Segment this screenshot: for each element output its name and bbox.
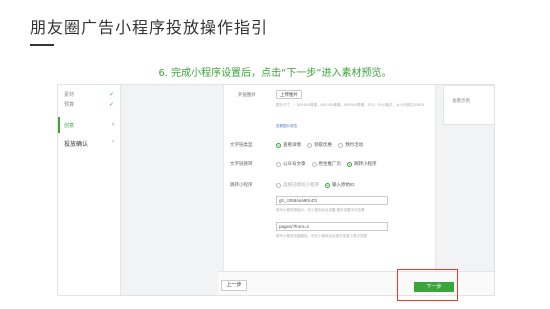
- page-path-hint: 填写小程序页面路径，可在小程序后台或开发者工具中查看: [276, 234, 367, 238]
- chevron-right-icon: ›: [112, 122, 114, 128]
- radio-official-article[interactable]: 公众号文章: [276, 161, 306, 167]
- radio-label: 查看详情: [283, 142, 301, 147]
- link-target-radios: 公众号文章 原生推广页 跳转小程序: [276, 161, 377, 167]
- prev-step-button[interactable]: 上一步: [221, 280, 247, 291]
- chevron-right-icon: ›: [112, 139, 114, 145]
- radio-label: 预约活动: [345, 142, 363, 147]
- check-icon: ✓: [108, 92, 114, 98]
- image-hint: 图片尺寸，：800*800像素，800*450像素，800*640像素；JPG、…: [276, 103, 425, 107]
- step-caption: 6. 完成小程序设置后，点击“下一步”进入素材预览。: [158, 68, 392, 79]
- embedded-screenshot: 素材 ✓ 预算 ✓ 创意 › 投放确认 › 外层图片 上传图片 图片尺寸，：80…: [57, 84, 495, 296]
- text-link-type-label: 文字链类型: [230, 142, 253, 147]
- radio-dot-icon: [325, 182, 330, 188]
- next-button-highlight: [397, 269, 458, 301]
- radio-dot-icon: [307, 142, 312, 148]
- mini-program-radios: 选择已授权小程序 输入原始ID: [276, 182, 355, 188]
- slide-title: 朋友圈广告小程序投放操作指引: [30, 18, 269, 37]
- radio-label: 选择已授权小程序: [283, 182, 319, 187]
- check-icon: ✓: [108, 102, 114, 108]
- image-spec-link[interactable]: 查看图片规范: [276, 124, 297, 129]
- radio-label: 公众号文章: [283, 161, 306, 166]
- active-indicator: [58, 117, 60, 133]
- upload-image-button[interactable]: 上传图片: [276, 90, 302, 99]
- preview-card: 查看示例: [443, 85, 494, 125]
- page-path-input[interactable]: pages/?from=1: [276, 222, 388, 231]
- radio-mini-program[interactable]: 跳转小程序: [347, 161, 377, 167]
- sidebar-item-label: 创意: [64, 123, 75, 129]
- sidebar-item-label: 预算: [64, 102, 75, 108]
- sidebar-item-material[interactable]: 素材 ✓: [64, 91, 118, 98]
- preview-text[interactable]: 查看示例: [452, 97, 470, 104]
- radio-dot-icon: [276, 142, 281, 148]
- text-link-type-radios: 查看详情 领取优惠 预约活动: [276, 142, 363, 148]
- radio-label: 原生推广页: [318, 161, 342, 166]
- sidebar-item-label: 素材: [64, 92, 75, 98]
- image-label: 外层图片: [238, 92, 256, 97]
- sidebar-item-label: 投放确认: [64, 142, 89, 148]
- radio-dot-icon: [276, 161, 281, 167]
- radio-dot-icon: [276, 182, 281, 188]
- link-target-label: 文字链跳转: [230, 161, 253, 166]
- radio-label: 输入原始ID: [332, 182, 355, 187]
- radio-authorized-mini[interactable]: 选择已授权小程序: [276, 182, 319, 188]
- radio-book-event[interactable]: 预约活动: [338, 142, 363, 148]
- title-underline: [30, 44, 54, 46]
- radio-view-details[interactable]: 查看详情: [276, 142, 301, 148]
- mini-program-id-input[interactable]: gh_c0594ea90c4f1: [276, 196, 388, 205]
- radio-get-coupon[interactable]: 领取优惠: [307, 142, 332, 148]
- radio-dot-icon: [311, 161, 317, 167]
- radio-label: 跳转小程序: [354, 161, 377, 166]
- radio-native-page[interactable]: 原生推广页: [311, 161, 342, 167]
- radio-dot-icon: [338, 142, 343, 148]
- creative-form-panel: 外层图片 上传图片 图片尺寸，：800*800像素，800*450像素，800*…: [223, 85, 436, 295]
- sidebar-item-budget[interactable]: 预算 ✓: [64, 101, 118, 108]
- mini-id-hint: 填写小程序原始ID，在小程序后台设置-基本设置中可查看: [276, 208, 365, 212]
- sidebar: 素材 ✓ 预算 ✓ 创意 › 投放确认 ›: [58, 85, 121, 295]
- sidebar-item-creative[interactable]: 创意 ›: [64, 122, 118, 129]
- sidebar-item-confirm[interactable]: 投放确认 ›: [64, 139, 118, 148]
- radio-label: 领取优惠: [314, 142, 332, 147]
- radio-input-original-id[interactable]: 输入原始ID: [325, 182, 355, 188]
- radio-dot-icon: [347, 161, 352, 167]
- mini-program-label: 跳转小程序: [230, 182, 253, 187]
